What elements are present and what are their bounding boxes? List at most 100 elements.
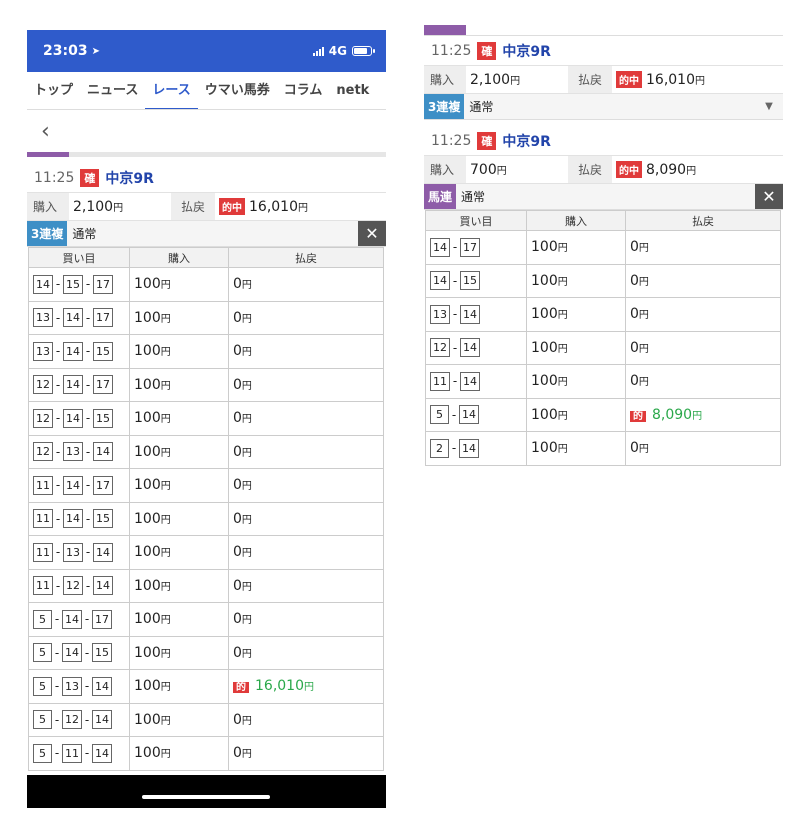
horse-number: 14 xyxy=(430,237,450,257)
table-row[interactable]: 5-12-14 100円 0円 xyxy=(28,702,384,737)
horse-number: 15 xyxy=(63,274,83,294)
col-payout: 払戻 xyxy=(625,210,781,231)
dash-separator: - xyxy=(452,340,458,355)
horse-number: 15 xyxy=(92,643,112,663)
col-kaime: 買い目 xyxy=(28,247,130,268)
race-name[interactable]: 中京9R xyxy=(502,41,551,61)
dash-separator: - xyxy=(85,411,91,426)
horse-number: 12 xyxy=(33,408,53,428)
table-row[interactable]: 13-14-15 100円 0円 xyxy=(28,334,384,369)
tab-netkeiba[interactable]: netk xyxy=(329,72,376,109)
horse-number: 14 xyxy=(93,576,113,596)
table-row[interactable]: 13-14 100円 0円 xyxy=(425,297,781,332)
yen-unit: 円 xyxy=(160,749,171,761)
buy-amount: 100 xyxy=(134,376,161,393)
bet-type-row[interactable]: 3連複 通常 ▼ xyxy=(424,94,783,120)
table-row[interactable]: 2-14 100円 0円 xyxy=(425,431,781,466)
table-row[interactable]: 12-14 100円 0円 xyxy=(425,330,781,365)
summary-row: 購入 700円 払戻 的中 8,090 円 xyxy=(424,156,783,184)
buy-amount: 100 xyxy=(134,745,161,762)
bet-type-row: 3連複 通常 ✕ xyxy=(27,221,386,247)
tab-news[interactable]: ニュース xyxy=(80,72,145,109)
buy-cell: 100円 xyxy=(129,367,229,402)
table-row[interactable]: 11-13-14 100円 0円 xyxy=(28,535,384,570)
chevron-down-icon[interactable]: ▼ xyxy=(755,94,783,119)
buy-label: 購入 xyxy=(27,193,69,220)
left-screen: 23:03 ➤ 4G トップ ニュース レース ウマい馬券 コラム netk ‹… xyxy=(27,30,386,808)
hit-badge: 的中 xyxy=(219,198,245,215)
yen-unit: 円 xyxy=(557,276,568,288)
confirmed-badge: 確 xyxy=(80,168,100,187)
dash-separator: - xyxy=(85,310,91,325)
payout-cell: 的 8,090円 xyxy=(625,397,781,432)
table-row[interactable]: 5-14 100円的 8,090円 xyxy=(425,397,781,432)
dash-separator: - xyxy=(55,377,61,392)
confirmed-badge: 確 xyxy=(477,131,497,150)
close-icon[interactable]: ✕ xyxy=(755,184,783,209)
payout-amount: 0 xyxy=(233,711,242,728)
table-row[interactable]: 5-14-17 100円 0円 xyxy=(28,602,384,637)
buy-cell: 100円 xyxy=(526,330,626,365)
status-bar: 23:03 ➤ 4G xyxy=(27,30,386,72)
yen-unit: 円 xyxy=(557,243,568,255)
kaime-cell: 5-14 xyxy=(425,397,527,432)
table-row[interactable]: 14-15-17 100円 0円 xyxy=(28,267,384,302)
nav-tabs: トップ ニュース レース ウマい馬券 コラム netk xyxy=(27,72,386,110)
payout-amount: 0 xyxy=(630,239,639,256)
buy-unit: 円 xyxy=(113,202,124,214)
table-row[interactable]: 12-14-17 100円 0円 xyxy=(28,367,384,402)
horse-number: 14 xyxy=(92,743,112,763)
buy-amount: 100 xyxy=(531,373,558,390)
table-row[interactable]: 11-14-15 100円 0円 xyxy=(28,501,384,536)
dash-separator: - xyxy=(84,679,90,694)
tab-top[interactable]: トップ xyxy=(27,72,80,109)
table-row[interactable]: 11-14 100円 0円 xyxy=(425,364,781,399)
kaime-cell: 12-14-15 xyxy=(28,401,130,436)
payout-label: 払戻 xyxy=(568,66,612,93)
horse-number: 5 xyxy=(33,710,52,730)
horse-number: 15 xyxy=(93,341,113,361)
scroll-progress xyxy=(27,152,386,157)
table-row[interactable]: 12-14-15 100円 0円 xyxy=(28,401,384,436)
horse-number: 14 xyxy=(460,371,480,391)
table-row[interactable]: 5-14-15 100円 0円 xyxy=(28,635,384,670)
buy-value: 2,100 xyxy=(73,198,114,215)
race-name[interactable]: 中京9R xyxy=(105,168,154,188)
dash-separator: - xyxy=(85,277,91,292)
table-row[interactable]: 5-13-14 100円的 16,010円 xyxy=(28,669,384,704)
kaime-cell: 11-13-14 xyxy=(28,535,130,570)
table-row[interactable]: 5-11-14 100円 0円 xyxy=(28,736,384,771)
table-row[interactable]: 13-14-17 100円 0円 xyxy=(28,300,384,335)
confirmed-badge: 確 xyxy=(477,41,497,60)
tab-race[interactable]: レース xyxy=(145,72,198,109)
close-icon[interactable]: ✕ xyxy=(358,221,386,246)
table-row[interactable]: 14-17 100円 0円 xyxy=(425,230,781,265)
horse-number: 13 xyxy=(430,304,450,324)
payout-amount: 0 xyxy=(233,443,242,460)
dash-separator: - xyxy=(54,746,60,761)
table-row[interactable]: 12-13-14 100円 0円 xyxy=(28,434,384,469)
kaime-cell: 13-14 xyxy=(425,297,527,332)
buy-cell: 100円 xyxy=(129,334,229,369)
bet-mode: 通常 xyxy=(469,100,494,114)
yen-unit: 円 xyxy=(557,377,568,389)
table-row[interactable]: 11-14-17 100円 0円 xyxy=(28,468,384,503)
horse-number: 11 xyxy=(33,542,53,562)
buy-cell: 100円 xyxy=(526,230,626,265)
dash-separator: - xyxy=(452,374,458,389)
hit-badge: 的中 xyxy=(616,161,642,178)
back-chevron-icon[interactable]: ‹ xyxy=(41,119,50,144)
race-header: 11:25 確 中京9R xyxy=(424,36,783,66)
table-row[interactable]: 11-12-14 100円 0円 xyxy=(28,568,384,603)
yen-unit: 円 xyxy=(160,380,171,392)
kaime-cell: 14-15-17 xyxy=(28,267,130,302)
network-label: 4G xyxy=(328,44,347,58)
tab-column[interactable]: コラム xyxy=(277,72,330,109)
payout-amount: 0 xyxy=(233,544,242,561)
tab-umai-baken[interactable]: ウマい馬券 xyxy=(198,72,277,109)
race-name[interactable]: 中京9R xyxy=(502,131,551,151)
horse-number: 5 xyxy=(33,643,52,663)
payout-amount: 0 xyxy=(233,745,242,762)
buy-amount: 100 xyxy=(134,309,161,326)
table-row[interactable]: 14-15 100円 0円 xyxy=(425,263,781,298)
